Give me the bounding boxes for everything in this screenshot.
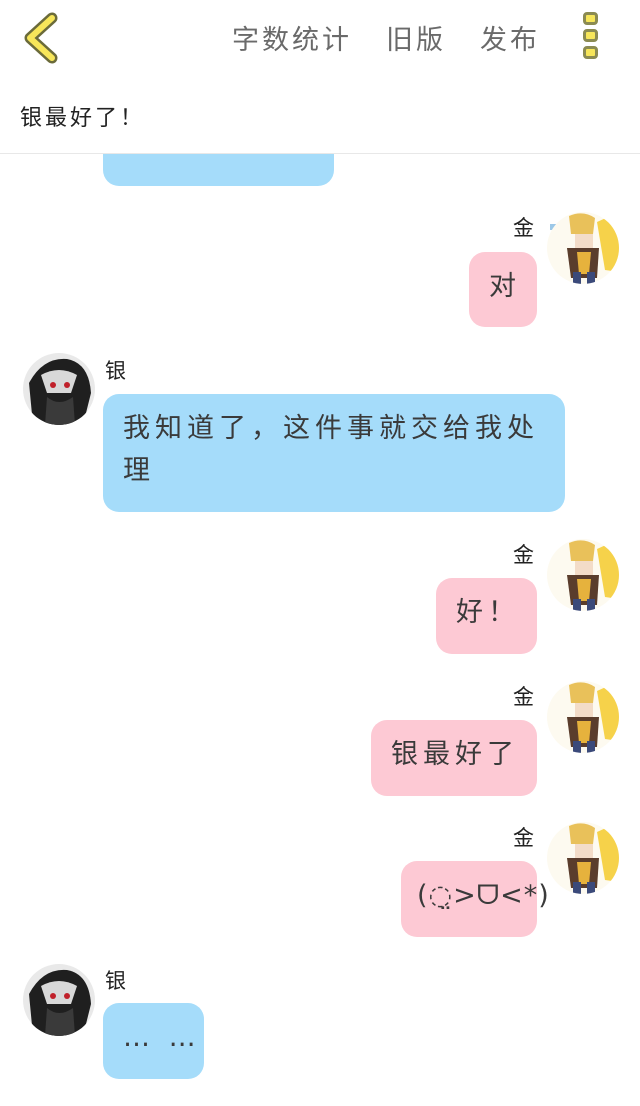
more-vertical-icon-dot bbox=[582, 29, 598, 42]
back-button[interactable] bbox=[18, 12, 68, 64]
more-menu-button[interactable] bbox=[578, 12, 602, 64]
chat-area[interactable]: … 金 对 银 我知道了，这件事就交给我处 理 bbox=[0, 154, 640, 1106]
avatar-image bbox=[547, 822, 619, 894]
avatar-image bbox=[23, 964, 95, 1036]
message-bubble-gin[interactable]: … … bbox=[103, 1003, 204, 1079]
story-title-bar: 银最好了！ bbox=[0, 78, 640, 154]
avatar-kin[interactable] bbox=[547, 539, 619, 611]
more-vertical-icon-dot bbox=[582, 46, 598, 59]
word-count-button[interactable]: 字数统计 bbox=[232, 18, 352, 57]
header-actions: 字数统计 旧版 发布 bbox=[232, 18, 540, 57]
sender-name: 金 bbox=[513, 216, 534, 240]
sender-name: 银 bbox=[105, 359, 126, 383]
avatar-image bbox=[547, 539, 619, 611]
sender-name: 金 bbox=[513, 543, 534, 567]
more-vertical-icon bbox=[582, 12, 598, 25]
old-version-button[interactable]: 旧版 bbox=[386, 18, 446, 57]
sender-name: 银 bbox=[105, 969, 126, 993]
message-bubble-kin[interactable]: 好！ bbox=[436, 578, 537, 654]
avatar-image bbox=[547, 681, 619, 753]
sender-name: 金 bbox=[513, 826, 534, 850]
sender-name: 金 bbox=[513, 685, 534, 709]
message-bubble-kin[interactable]: 银最好了 bbox=[371, 720, 537, 796]
avatar-image bbox=[547, 212, 619, 284]
top-navigation-bar: 字数统计 旧版 发布 bbox=[0, 0, 640, 78]
avatar-kin[interactable] bbox=[547, 681, 619, 753]
story-title: 银最好了！ bbox=[20, 106, 146, 131]
message-bubble-kin[interactable]: 对 bbox=[469, 252, 537, 327]
chevron-left-icon bbox=[24, 12, 58, 64]
publish-button[interactable]: 发布 bbox=[480, 18, 540, 57]
message-bubble-gin[interactable]: … bbox=[103, 154, 334, 186]
avatar-kin[interactable] bbox=[547, 822, 619, 894]
avatar-gin[interactable] bbox=[23, 964, 95, 1036]
avatar-image bbox=[23, 353, 95, 425]
avatar-kin[interactable] bbox=[547, 212, 619, 284]
avatar-gin[interactable] bbox=[23, 353, 95, 425]
message-bubble-gin[interactable]: 我知道了，这件事就交给我处 理 bbox=[103, 394, 565, 512]
message-bubble-kin[interactable]: (◌̤>ᗜ<*) bbox=[401, 861, 549, 937]
